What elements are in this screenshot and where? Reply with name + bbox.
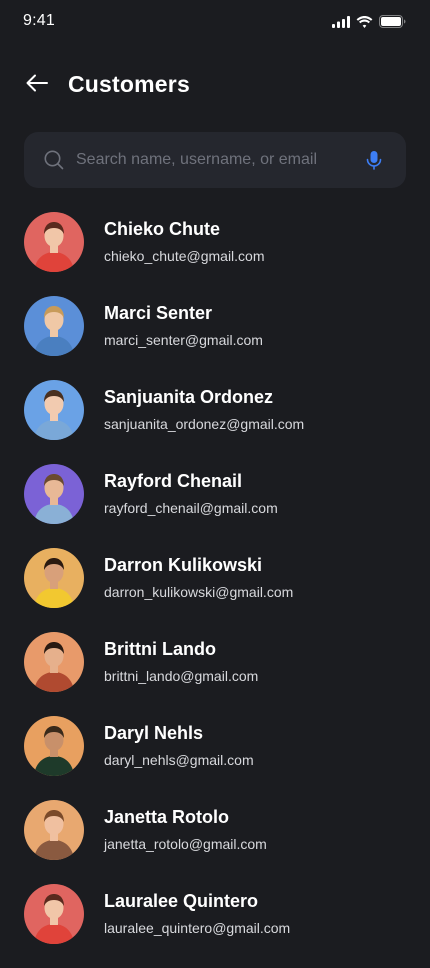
customer-name: Darron Kulikowski [104,555,263,575]
customer-list-item[interactable]: Darron Kulikowski darron_kulikowski@gmail… [0,548,430,632]
customer-list-item[interactable]: Brittni Lando brittni_lando@gmail.com [0,632,430,716]
avatar [24,296,84,356]
avatar [24,212,84,272]
customer-name: Brittni Lando [104,639,216,659]
page-title: Customers [68,71,190,97]
customer-list-item[interactable]: Chieko Chute chieko_chute@gmail.com [0,212,430,296]
customer-email: marci_senter@gmail.com [104,332,263,348]
avatar [24,632,84,692]
customer-list-item[interactable]: Daryl Nehls daryl_nehls@gmail.com [0,716,430,800]
customer-name: Sanjuanita Ordonez [104,387,274,407]
customer-name: Lauralee Quintero [104,891,259,911]
avatar [24,380,84,440]
status-bar: 9:41 [0,0,430,44]
customer-name: Chieko Chute [104,219,221,239]
wifi-icon [356,15,373,33]
back-button[interactable] [22,70,52,100]
avatar [24,548,84,608]
customer-email: janetta_rotolo@gmail.com [104,836,267,852]
customer-list: Chieko Chute chieko_chute@gmail.com Marci … [0,212,430,968]
cellular-signal-icon [332,15,350,33]
customer-list-item[interactable]: Marci Senter marci_senter@gmail.com [0,296,430,380]
customer-list-item[interactable]: Rayford Chenail rayford_chenail@gmail.com [0,464,430,548]
customer-name: Rayford Chenail [104,471,243,491]
arrow-left-icon [26,74,48,97]
avatar [24,884,84,944]
customer-email: daryl_nehls@gmail.com [104,752,254,768]
customer-list-item[interactable]: Sanjuanita Ordonez sanjuanita_ordonez@gma… [0,380,430,464]
microphone-icon[interactable] [364,150,384,170]
status-time: 9:41 [23,12,55,29]
customer-list-item[interactable]: Lauralee Quintero lauralee_quintero@gmail… [0,884,430,968]
customer-email: darron_kulikowski@gmail.com [104,584,294,600]
customer-list-item[interactable]: Janetta Rotolo janetta_rotolo@gmail.com [0,800,430,884]
avatar [24,716,84,776]
search-input[interactable] [76,132,356,188]
search-icon [44,150,64,170]
customer-name: Marci Senter [104,303,213,323]
customer-name: Daryl Nehls [104,723,204,743]
avatar [24,800,84,860]
header: Customers [0,62,430,106]
status-icons [332,15,406,33]
battery-icon [379,15,406,33]
customer-email: brittni_lando@gmail.com [104,668,259,684]
customer-name: Janetta Rotolo [104,807,230,827]
customer-email: chieko_chute@gmail.com [104,248,265,264]
search-bar [24,132,406,188]
customer-email: sanjuanita_ordonez@gmail.com [104,416,305,432]
avatar [24,464,84,524]
customer-email: rayford_chenail@gmail.com [104,500,278,516]
customer-email: lauralee_quintero@gmail.com [104,920,291,936]
